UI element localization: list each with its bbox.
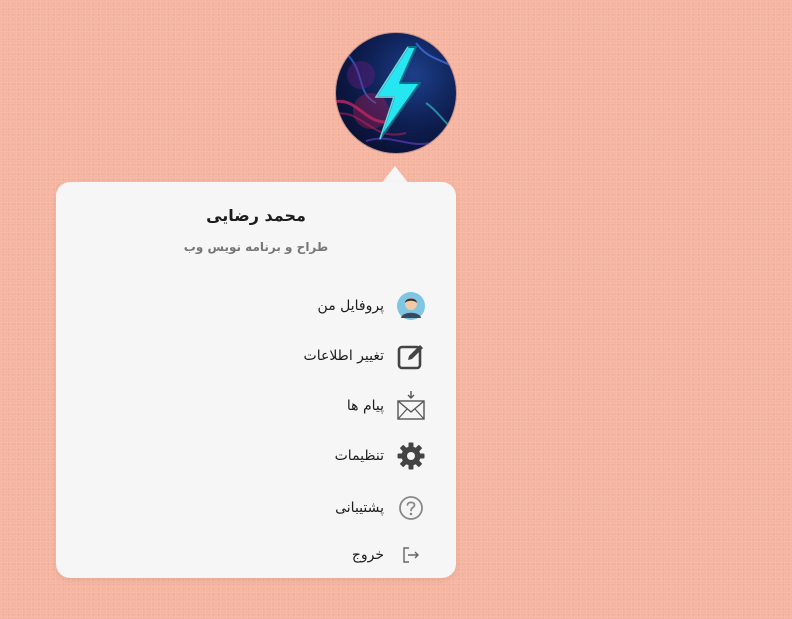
menu-item-label: تنظیمات xyxy=(334,448,384,464)
menu-item-my-profile[interactable]: پروفایل من xyxy=(318,289,428,323)
menu-item-messages[interactable]: پیام ها xyxy=(347,389,428,423)
menu-item-support[interactable]: پشتیبانی xyxy=(335,491,428,525)
profile-avatar[interactable] xyxy=(336,33,456,153)
profile-dropdown-card: محمد رضایی طراح و برنامه نویس وب پروفایل… xyxy=(56,182,456,578)
menu-item-label: تغییر اطلاعات xyxy=(303,348,384,364)
user-avatar-icon xyxy=(394,289,428,323)
edit-icon xyxy=(394,339,428,373)
user-role: طراح و برنامه نویس وب xyxy=(183,240,329,254)
menu-item-label: پیام ها xyxy=(346,398,384,414)
menu-item-edit-info[interactable]: تغییر اطلاعات xyxy=(304,339,428,373)
user-name: محمد رضایی xyxy=(206,206,306,225)
menu-item-settings[interactable]: تنظیمات xyxy=(335,439,428,473)
menu-item-label: پشتیبانی xyxy=(335,500,384,516)
gear-icon xyxy=(394,439,428,473)
help-icon xyxy=(394,491,428,525)
lightning-bolt-icon xyxy=(336,42,456,145)
menu-item-logout[interactable]: خروج xyxy=(352,538,428,572)
inbox-icon xyxy=(394,389,428,423)
menu-item-label: پروفایل من xyxy=(317,298,384,314)
menu-item-label: خروج xyxy=(351,547,384,563)
logout-icon xyxy=(394,538,428,572)
